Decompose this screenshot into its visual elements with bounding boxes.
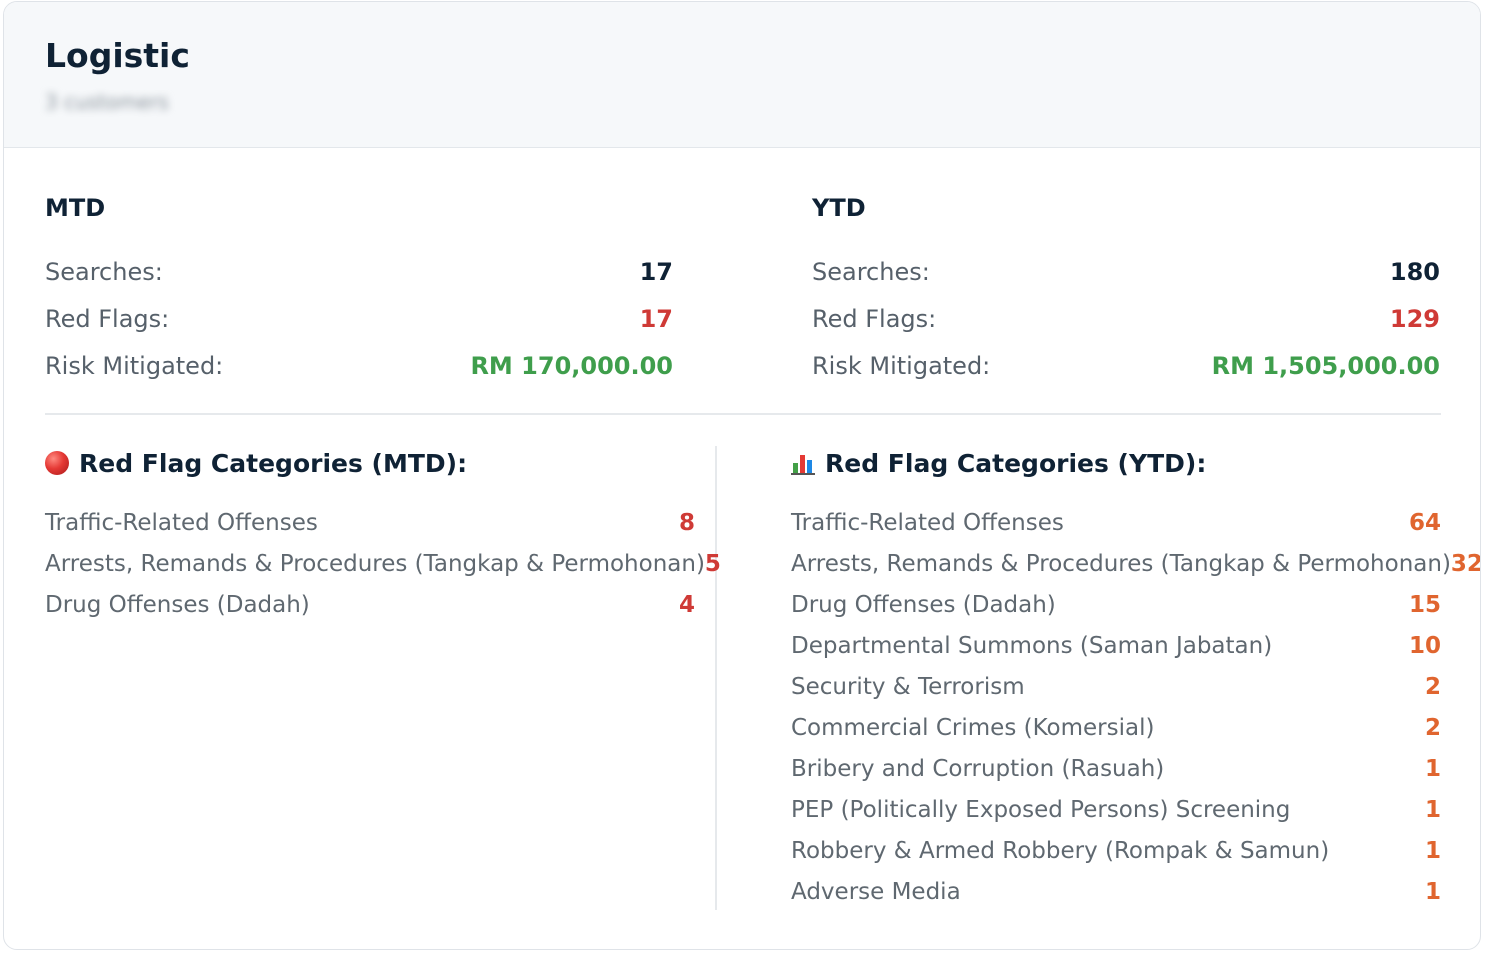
category-label: Adverse Media [791, 878, 961, 905]
card-title: Logistic [45, 36, 190, 75]
category-row: Bribery and Corruption (Rasuah) 1 [791, 748, 1441, 789]
category-count: 5 [704, 550, 721, 577]
ytd-category-list: Traffic-Related Offenses 64 Arrests, Reman… [791, 502, 1480, 912]
category-row: Traffic-Related Offenses 8 [45, 502, 695, 543]
industry-card: Logistic 3 customers MTD Searches: 17 Re… [3, 1, 1481, 950]
category-row: PEP (Politically Exposed Persons) Screen… [791, 789, 1441, 830]
category-row: Departmental Summons (Saman Jabatan) 10 [791, 625, 1441, 666]
red-flags-value: 129 [1389, 304, 1440, 333]
category-label: Departmental Summons (Saman Jabatan) [791, 632, 1273, 659]
category-row: Arrests, Remands & Procedures (Tangkap &… [791, 543, 1480, 584]
red-flags-value: 17 [639, 304, 673, 333]
risk-mitigated-value: RM 1,505,000.00 [1211, 351, 1440, 380]
ytd-red-flags-row: Red Flags: 129 [812, 295, 1440, 342]
category-count: 4 [678, 591, 695, 618]
category-count: 8 [678, 509, 695, 536]
red-flags-label: Red Flags: [45, 304, 170, 333]
category-count: 32 [1450, 550, 1481, 577]
mtd-red-flags-row: Red Flags: 17 [45, 295, 673, 342]
mtd-categories-title: Red Flag Categories (MTD): [79, 448, 468, 478]
category-row: Arrests, Remands & Procedures (Tangkap &… [45, 543, 721, 584]
mtd-categories-heading: Red Flag Categories (MTD): [45, 443, 695, 483]
card-header: Logistic 3 customers [4, 2, 1480, 148]
category-row: Drug Offenses (Dadah) 15 [791, 584, 1441, 625]
category-label: Arrests, Remands & Procedures (Tangkap &… [791, 550, 1451, 577]
category-label: PEP (Politically Exposed Persons) Screen… [791, 796, 1291, 823]
searches-value: 17 [639, 257, 673, 286]
mtd-categories: Red Flag Categories (MTD): Traffic-Relat… [45, 443, 721, 625]
section-divider [45, 413, 1441, 415]
category-label: Security & Terrorism [791, 673, 1025, 700]
category-row: Drug Offenses (Dadah) 4 [45, 584, 695, 625]
category-row: Robbery & Armed Robbery (Rompak & Samun)… [791, 830, 1441, 871]
category-label: Bribery and Corruption (Rasuah) [791, 755, 1165, 782]
category-label: Arrests, Remands & Procedures (Tangkap &… [45, 550, 705, 577]
ytd-categories-heading: Red Flag Categories (YTD): [791, 443, 1441, 483]
category-count: 64 [1408, 509, 1441, 536]
mtd-searches-row: Searches: 17 [45, 248, 673, 295]
risk-mitigated-value: RM 170,000.00 [470, 351, 673, 380]
category-label: Commercial Crimes (Komersial) [791, 714, 1155, 741]
category-row: Commercial Crimes (Komersial) 2 [791, 707, 1441, 748]
ytd-categories-title: Red Flag Categories (YTD): [825, 448, 1207, 478]
category-row: Adverse Media 1 [791, 871, 1441, 912]
category-count: 1 [1424, 755, 1441, 782]
ytd-title: YTD [812, 194, 866, 222]
risk-mitigated-label: Risk Mitigated: [45, 351, 224, 380]
ytd-risk-row: Risk Mitigated: RM 1,505,000.00 [812, 342, 1440, 389]
red-flags-label: Red Flags: [812, 304, 937, 333]
category-count: 1 [1424, 837, 1441, 864]
column-divider [715, 446, 717, 910]
bar-chart-icon [791, 451, 815, 475]
category-label: Drug Offenses (Dadah) [791, 591, 1056, 618]
red-circle-icon [45, 451, 69, 475]
searches-label: Searches: [45, 257, 163, 286]
category-count: 2 [1424, 673, 1441, 700]
category-row: Security & Terrorism 2 [791, 666, 1441, 707]
mtd-risk-row: Risk Mitigated: RM 170,000.00 [45, 342, 673, 389]
mtd-title: MTD [45, 194, 106, 222]
ytd-searches-row: Searches: 180 [812, 248, 1440, 295]
category-count: 10 [1408, 632, 1441, 659]
risk-mitigated-label: Risk Mitigated: [812, 351, 991, 380]
category-label: Traffic-Related Offenses [791, 509, 1064, 536]
category-count: 1 [1424, 878, 1441, 905]
mtd-summary: MTD Searches: 17 Red Flags: 17 Risk Miti… [45, 188, 673, 389]
category-count: 15 [1408, 591, 1441, 618]
category-label: Robbery & Armed Robbery (Rompak & Samun) [791, 837, 1330, 864]
ytd-summary: YTD Searches: 180 Red Flags: 129 Risk Mi… [812, 188, 1440, 389]
category-count: 2 [1424, 714, 1441, 741]
ytd-categories: Red Flag Categories (YTD): Traffic-Relat… [791, 443, 1480, 912]
category-count: 1 [1424, 796, 1441, 823]
category-row: Traffic-Related Offenses 64 [791, 502, 1441, 543]
customer-count: 3 customers [45, 90, 169, 114]
category-label: Traffic-Related Offenses [45, 509, 318, 536]
mtd-category-list: Traffic-Related Offenses 8 Arrests, Remand… [45, 502, 721, 625]
category-label: Drug Offenses (Dadah) [45, 591, 310, 618]
searches-value: 180 [1389, 257, 1440, 286]
searches-label: Searches: [812, 257, 930, 286]
